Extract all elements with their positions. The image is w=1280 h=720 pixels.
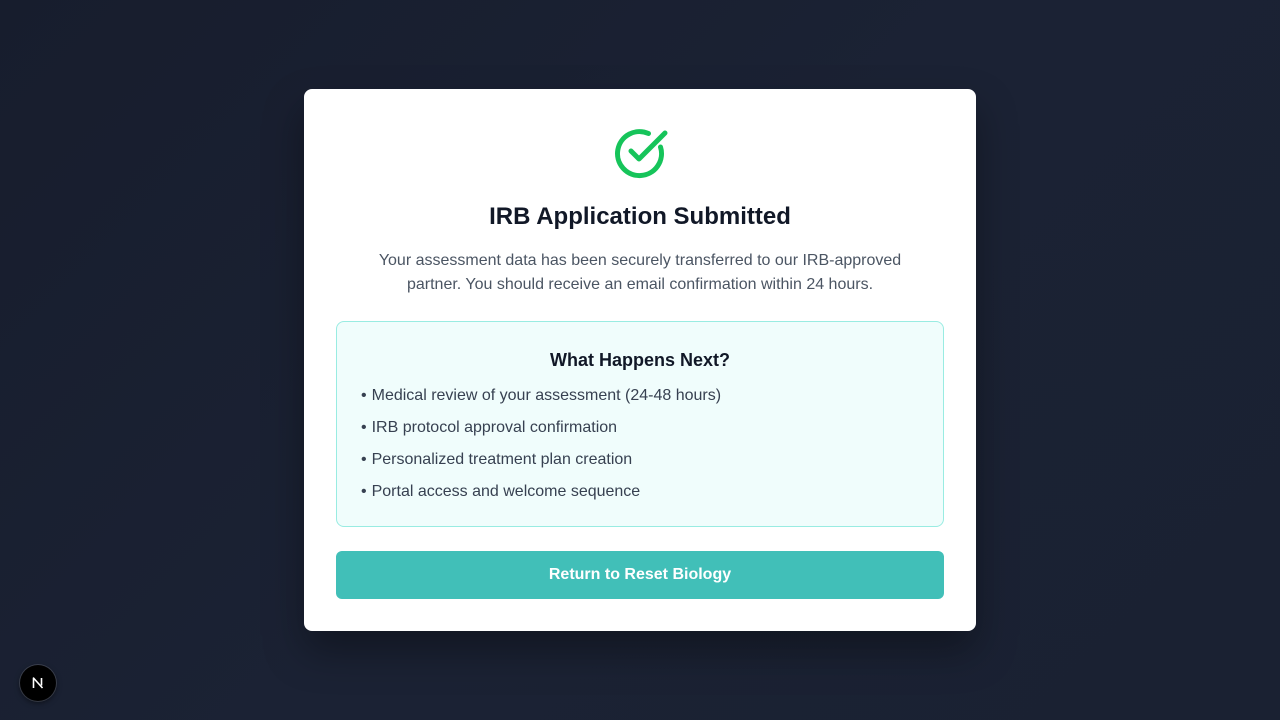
nextjs-dev-indicator[interactable] <box>20 665 56 701</box>
next-steps-heading: What Happens Next? <box>549 350 731 370</box>
check-circle-icon <box>615 129 668 179</box>
list-item: • Medical review of your assessment (24-4… <box>361 384 919 408</box>
confirmation-card: IRB Application Submitted Your assessmen… <box>304 89 976 631</box>
list-item: • IRB protocol approval confirmation <box>361 416 919 440</box>
list-item-text: Personalized treatment plan creation <box>371 451 633 468</box>
list-item-text: Portal access and welcome sequence <box>371 483 641 500</box>
bullet: • <box>361 451 367 468</box>
list-item: • Portal access and welcome sequence <box>361 480 919 504</box>
bullet: • <box>361 483 367 500</box>
confirmation-description: Your assessment data has been securely t… <box>378 252 902 293</box>
next-steps-panel: What Happens Next? • Medical review of yo… <box>336 321 944 527</box>
page-title: IRB Application Submitted <box>489 203 791 230</box>
nextjs-logo-icon <box>32 677 44 689</box>
list-item: • Personalized treatment plan creation <box>361 448 919 472</box>
list-item-text: Medical review of your assessment (24-48… <box>371 387 722 404</box>
bullet: • <box>361 419 367 436</box>
list-item-text: IRB protocol approval confirmation <box>371 419 618 436</box>
return-button[interactable]: Return to Reset Biology <box>336 551 944 599</box>
next-steps-list: • Medical review of your assessment (24-4… <box>361 384 919 504</box>
bullet: • <box>361 387 367 404</box>
